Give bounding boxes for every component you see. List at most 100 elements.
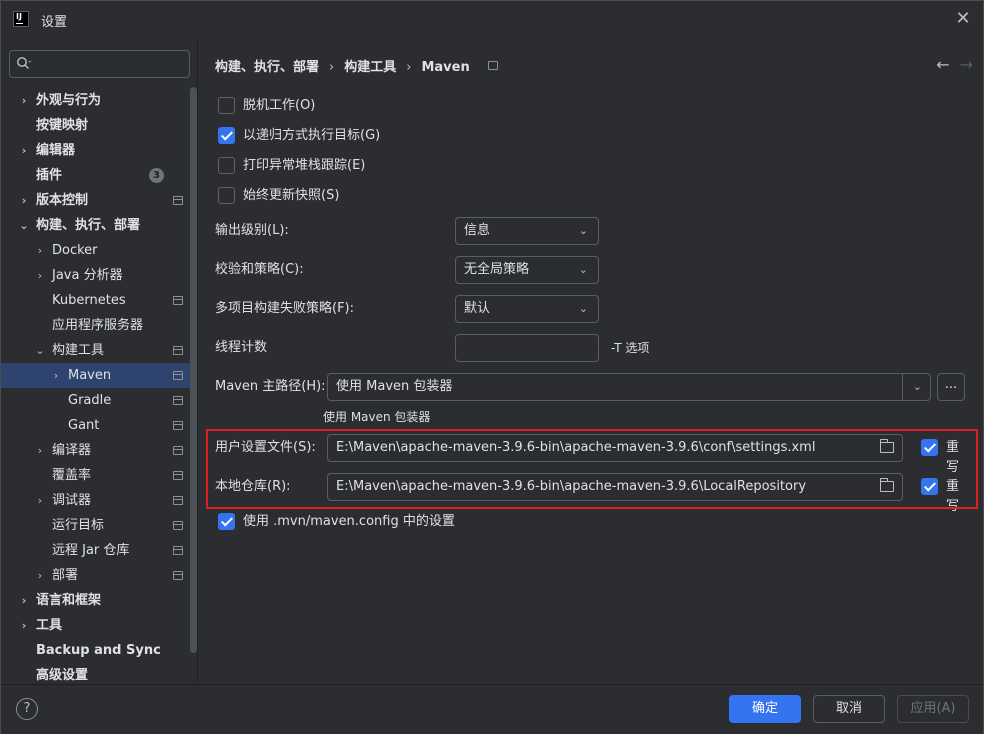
combo-divider	[902, 374, 903, 400]
sidebar-item-20[interactable]: › 语言和框架	[1, 588, 197, 613]
sidebar-item-label: Gradle	[68, 393, 112, 408]
local-repo-override-checkbox[interactable]	[921, 478, 938, 495]
user-settings-input[interactable]: E:\Maven\apache-maven-3.9.6-bin\apache-m…	[327, 434, 903, 462]
ok-button[interactable]: 确定	[729, 695, 801, 723]
multiproject-label: 多项目构建失败策略(F):	[215, 301, 355, 316]
project-level-icon	[173, 471, 183, 480]
chevron-down-icon[interactable]: ⌄	[34, 338, 46, 363]
chevron-right-icon[interactable]: ›	[18, 188, 30, 213]
threads-hint: -T 选项	[611, 341, 650, 355]
sidebar-item-5[interactable]: ⌄ 构建、执行、部署	[1, 213, 197, 238]
sidebar-scrollbar[interactable]	[190, 87, 197, 653]
local-repo-value: E:\Maven\apache-maven-3.9.6-bin\apache-m…	[336, 479, 807, 494]
sidebar-item-0[interactable]: › 外观与行为	[1, 88, 197, 113]
folder-icon[interactable]	[880, 439, 894, 453]
apply-button[interactable]: 应用(A)	[897, 695, 969, 723]
project-level-icon	[173, 571, 183, 580]
forward-arrow-icon[interactable]: →	[960, 55, 973, 74]
sidebar-item-19[interactable]: › 部署	[1, 563, 197, 588]
maven-home-select[interactable]: 使用 Maven 包装器 ⌄	[327, 373, 931, 401]
chevron-right-icon[interactable]: ›	[34, 563, 46, 588]
sidebar-item-label: 构建工具	[52, 343, 105, 358]
always-update-checkbox[interactable]	[218, 187, 235, 204]
sidebar-item-21[interactable]: › 工具	[1, 613, 197, 638]
sidebar-item-label: 插件	[36, 168, 63, 183]
output-level-label: 输出级别(L):	[215, 223, 289, 238]
chevron-right-icon[interactable]: ›	[34, 488, 46, 513]
nav-arrows: ← →	[926, 55, 973, 74]
sidebar-item-label: 版本控制	[36, 193, 89, 208]
multiproject-select[interactable]: 默认 ⌄	[455, 295, 599, 323]
sidebar-item-label: 应用程序服务器	[52, 318, 144, 333]
sidebar-item-4[interactable]: › 版本控制	[1, 188, 197, 213]
sidebar-item-label: 工具	[36, 618, 63, 633]
offline-label: 脱机工作(O)	[243, 98, 316, 113]
sidebar-item-17[interactable]: 运行目标	[1, 513, 197, 538]
threads-input[interactable]	[455, 334, 599, 362]
sidebar-item-java[interactable]: › Java 分析器	[1, 263, 197, 288]
search-input[interactable]	[9, 50, 190, 78]
offline-checkbox[interactable]	[218, 97, 235, 114]
local-repo-input[interactable]: E:\Maven\apache-maven-3.9.6-bin\apache-m…	[327, 473, 903, 501]
user-settings-override-checkbox[interactable]	[921, 439, 938, 456]
recursive-checkbox[interactable]	[218, 127, 235, 144]
chevron-right-icon[interactable]: ›	[18, 613, 30, 638]
sidebar-item-1[interactable]: 按键映射	[1, 113, 197, 138]
browse-maven-home-button[interactable]: ...	[937, 373, 965, 401]
project-level-icon	[173, 296, 183, 305]
chevron-right-icon[interactable]: ›	[34, 438, 46, 463]
title-bar: IJ 设置 ✕	[1, 1, 983, 39]
sidebar-item-jar[interactable]: 远程 Jar 仓库	[1, 538, 197, 563]
maven-home-label: Maven 主路径(H):	[215, 379, 326, 394]
settings-sidebar: › 外观与行为 按键映射 › 编辑器 插件 3 › 版本控制 ⌄ 构建、执行、部署 › Docker › J…	[1, 39, 198, 683]
checksum-label: 校验和策略(C):	[215, 262, 304, 277]
sidebar-item-backup-and-sync[interactable]: Backup and Sync	[1, 638, 197, 663]
sidebar-item-label: 部署	[52, 568, 79, 583]
sidebar-item-label: 覆盖率	[52, 468, 92, 483]
output-level-select[interactable]: 信息 ⌄	[455, 217, 599, 245]
sidebar-item-docker[interactable]: › Docker	[1, 238, 197, 263]
sidebar-item-16[interactable]: › 调试器	[1, 488, 197, 513]
project-level-icon	[173, 396, 183, 405]
project-level-icon	[173, 546, 183, 555]
checksum-value: 无全局策略	[464, 262, 530, 277]
sidebar-item-gradle[interactable]: Gradle	[1, 388, 197, 413]
chevron-right-icon[interactable]: ›	[50, 363, 62, 388]
chevron-right-icon[interactable]: ›	[18, 88, 30, 113]
sidebar-item-maven[interactable]: › Maven	[1, 363, 197, 388]
chevron-down-icon: ⌄	[912, 380, 922, 393]
sidebar-item-10[interactable]: ⌄ 构建工具	[1, 338, 197, 363]
chevron-right-icon[interactable]: ›	[18, 588, 30, 613]
breadcrumb-item[interactable]: 构建工具	[344, 60, 396, 75]
sidebar-item-gant[interactable]: Gant	[1, 413, 197, 438]
project-level-icon	[173, 371, 183, 380]
folder-icon[interactable]	[880, 478, 894, 492]
sidebar-item-2[interactable]: › 编辑器	[1, 138, 197, 163]
sidebar-item-label: Kubernetes	[52, 293, 126, 308]
user-settings-value: E:\Maven\apache-maven-3.9.6-bin\apache-m…	[336, 440, 816, 455]
sidebar-item-label: Maven	[68, 368, 112, 383]
checksum-select[interactable]: 无全局策略 ⌄	[455, 256, 599, 284]
threads-label: 线程计数	[215, 340, 268, 355]
sidebar-item-label: Gant	[68, 418, 100, 433]
chevron-right-icon[interactable]: ›	[34, 238, 46, 263]
back-arrow-icon[interactable]: ←	[936, 55, 949, 74]
chevron-right-icon[interactable]: ›	[34, 263, 46, 288]
print-stack-checkbox[interactable]	[218, 157, 235, 174]
sidebar-item-15[interactable]: 覆盖率	[1, 463, 197, 488]
intellij-app-icon: IJ	[13, 11, 29, 27]
chevron-down-icon[interactable]: ⌄	[18, 213, 30, 238]
breadcrumb-item[interactable]: 构建、执行、部署	[215, 60, 319, 75]
mvn-config-checkbox[interactable]	[218, 513, 235, 530]
sidebar-item-3[interactable]: 插件 3	[1, 163, 197, 188]
close-icon[interactable]: ✕	[953, 9, 973, 29]
help-icon[interactable]: ?	[16, 698, 38, 720]
sidebar-item-14[interactable]: › 编译器	[1, 438, 197, 463]
breadcrumb-separator: ›	[406, 60, 412, 75]
sidebar-item-kubernetes[interactable]: Kubernetes	[1, 288, 197, 313]
chevron-right-icon[interactable]: ›	[18, 138, 30, 163]
window-title: 设置	[41, 15, 68, 30]
sidebar-item-9[interactable]: 应用程序服务器	[1, 313, 197, 338]
cancel-button[interactable]: 取消	[813, 695, 885, 723]
project-level-icon	[173, 521, 183, 530]
